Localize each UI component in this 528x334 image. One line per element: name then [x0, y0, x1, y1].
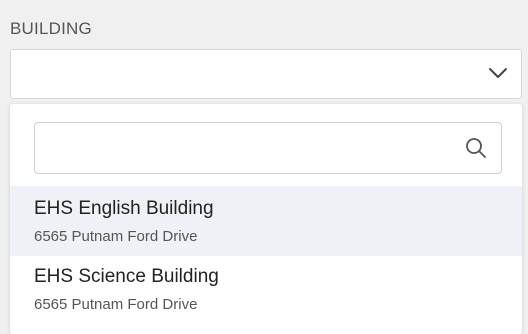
- option-address: 6565 Putnam Ford Drive: [34, 296, 198, 313]
- option-address: 6565 Putnam Ford Drive: [34, 228, 198, 245]
- building-dropdown-panel: EHS English Building 6565 Putnam Ford Dr…: [10, 104, 522, 334]
- search-field[interactable]: [34, 122, 502, 174]
- search-icon[interactable]: [465, 137, 487, 159]
- building-select[interactable]: [10, 49, 522, 99]
- option-ehs-english-building[interactable]: EHS English Building 6565 Putnam Ford Dr…: [10, 186, 522, 256]
- search-input[interactable]: [35, 123, 455, 173]
- option-ehs-science-building[interactable]: EHS Science Building 6565 Putnam Ford Dr…: [10, 256, 522, 326]
- chevron-down-icon[interactable]: [487, 65, 509, 81]
- building-field-label: BUILDING: [10, 19, 92, 38]
- option-name: EHS English Building: [34, 198, 214, 219]
- option-name: EHS Science Building: [34, 266, 219, 287]
